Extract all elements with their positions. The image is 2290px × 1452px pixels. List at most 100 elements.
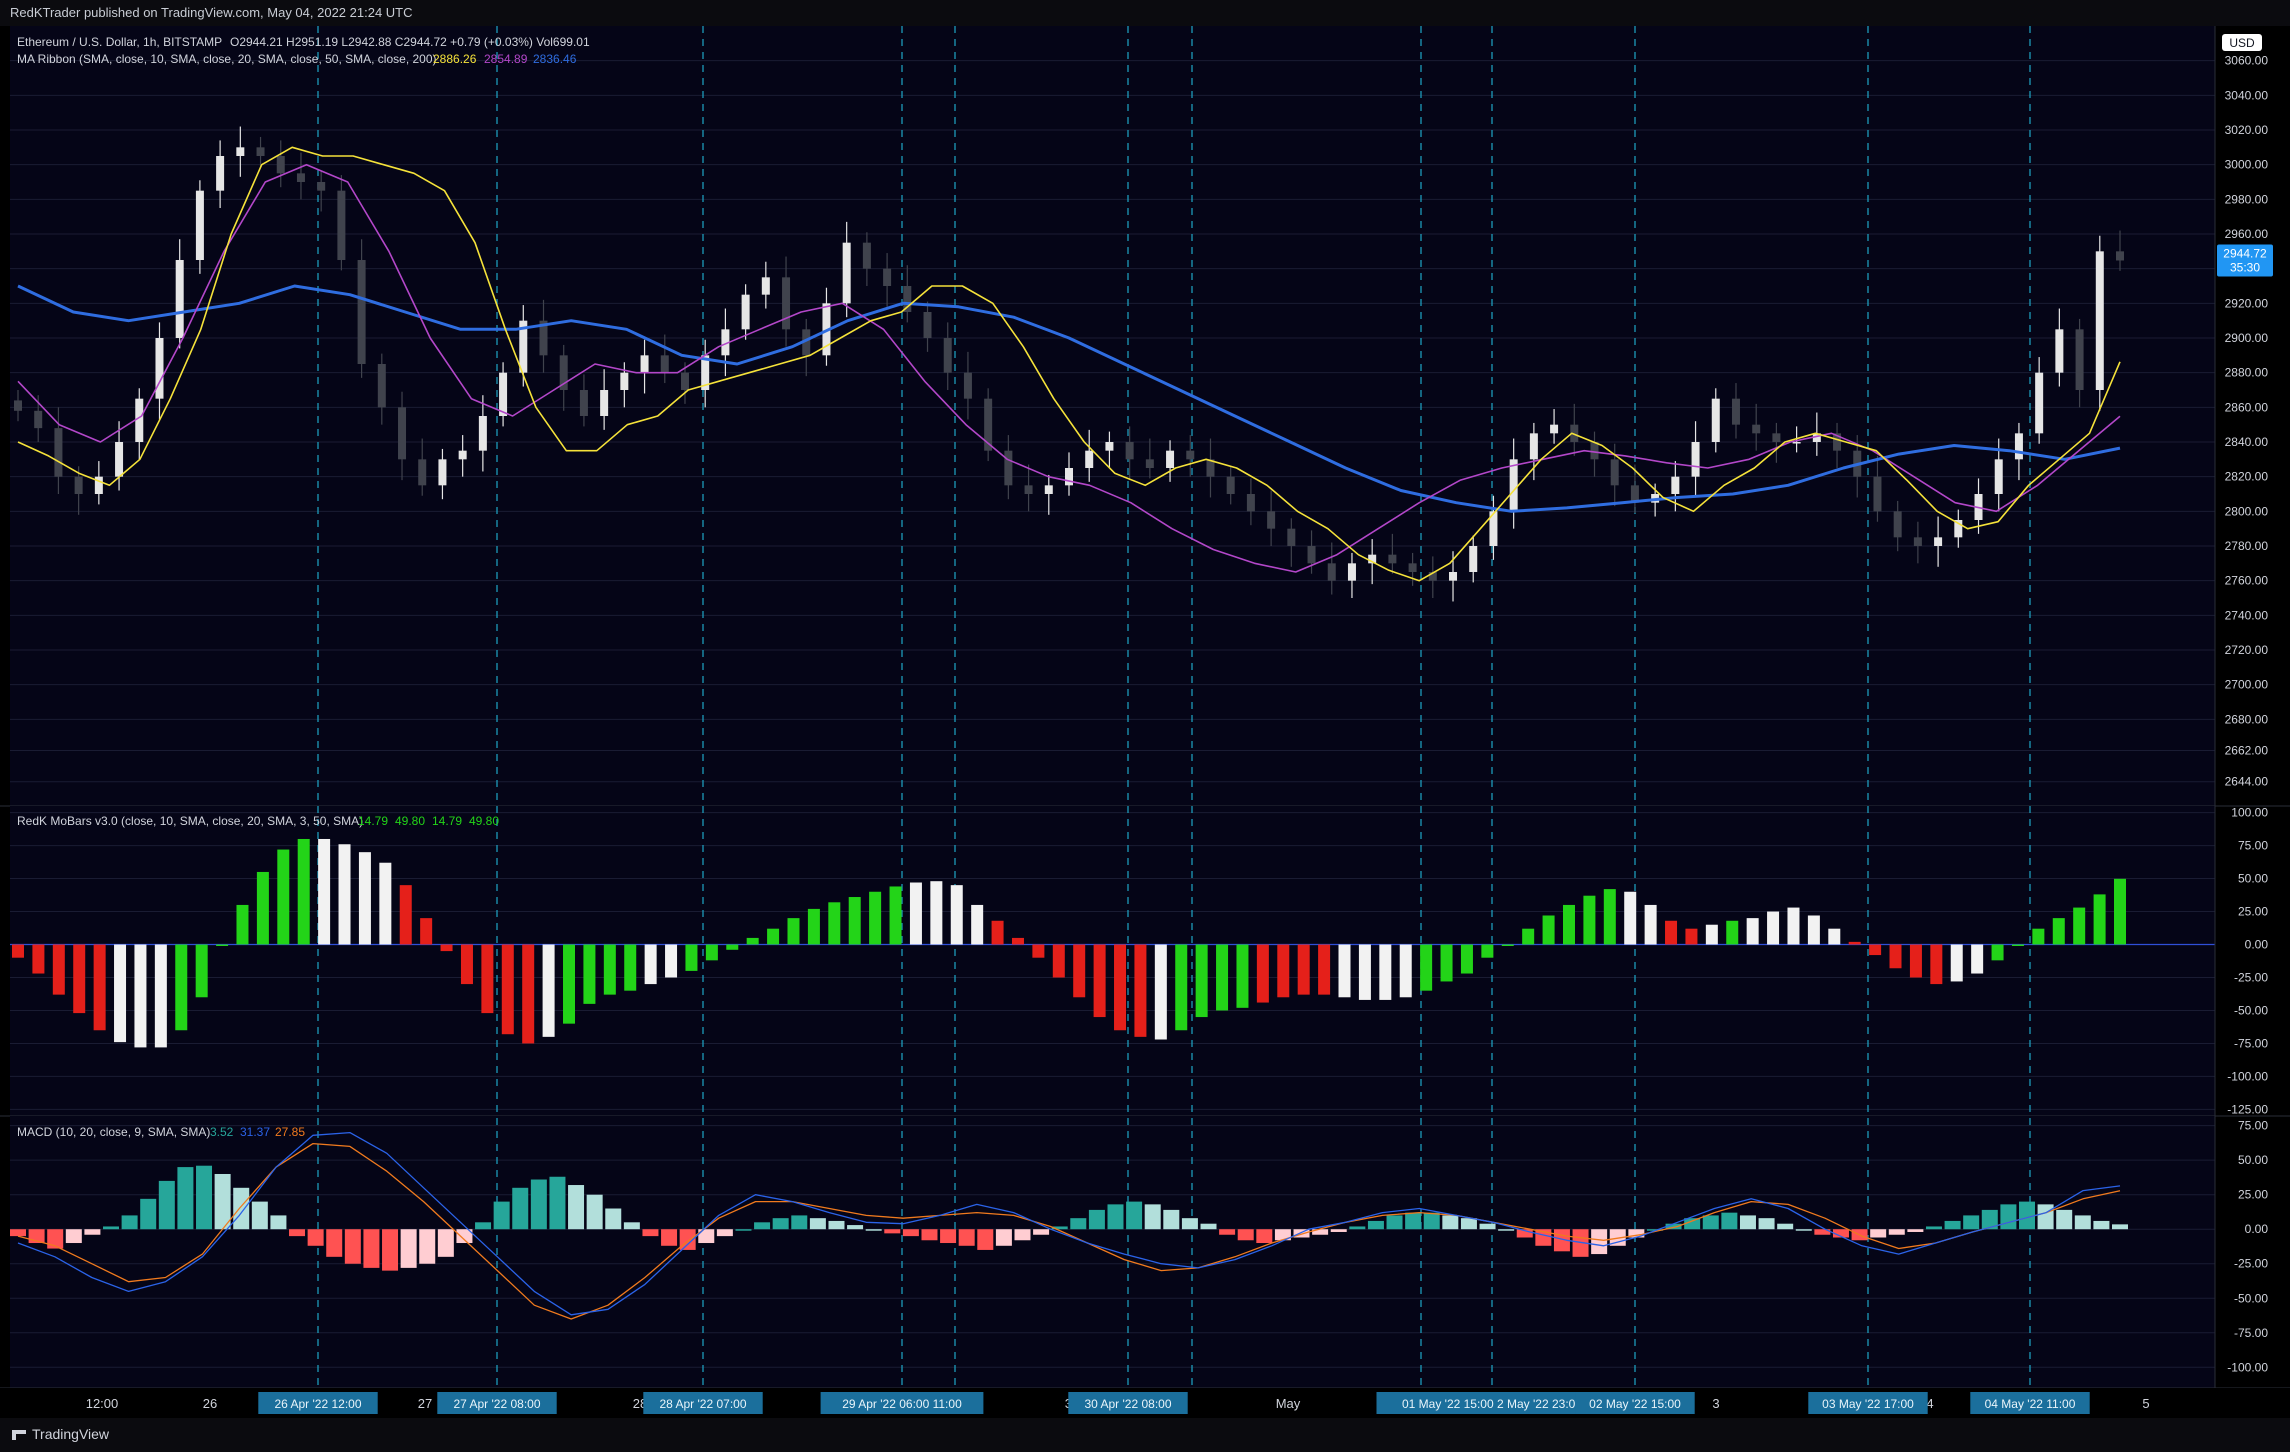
macd-histogram-bar: [1405, 1212, 1422, 1230]
ribbon-value-sma200: 2836.46: [533, 52, 577, 66]
y-tick-label: 2662.00: [2225, 744, 2269, 758]
candle-body: [1994, 459, 2003, 494]
mobars-bar: [603, 944, 616, 995]
candle-body: [115, 442, 124, 477]
tradingview-logo[interactable]: TradingView: [12, 1426, 109, 1442]
y-tick-label: 75.00: [2238, 839, 2268, 853]
symbol-title: Ethereum / U.S. Dollar, 1h, BITSTAMP: [17, 35, 222, 49]
macd-histogram-bar: [921, 1229, 938, 1241]
macd-histogram-bar: [568, 1185, 585, 1230]
candle-body: [640, 355, 649, 373]
macd-histogram-bar: [1107, 1204, 1124, 1230]
mobars-bar: [154, 944, 167, 1048]
macd-histogram-bar: [2112, 1224, 2128, 1230]
y-tick-label: 2820.00: [2225, 470, 2269, 484]
candle-body: [1024, 485, 1033, 494]
currency-label: USD: [2229, 36, 2255, 50]
mobars-bar: [338, 844, 351, 945]
candle-body: [1327, 563, 1336, 581]
mobars-bar: [1807, 915, 1820, 945]
mobars-bar: [726, 944, 739, 950]
candle-body: [1226, 476, 1235, 494]
mobars-bar: [1256, 944, 1269, 1003]
y-tick-label: 2680.00: [2225, 712, 2269, 726]
x-tick-label: 5: [2142, 1396, 2149, 1411]
macd-histogram-bar: [605, 1208, 622, 1230]
candle-body: [943, 338, 952, 373]
mobars-bar: [1522, 928, 1535, 945]
macd-histogram-bar: [270, 1215, 287, 1230]
mobars-bar: [767, 928, 780, 945]
macd-legend: MACD (10, 20, close, 9, SMA, SMA) 3.52 3…: [17, 1125, 305, 1139]
macd-histogram-bar: [1925, 1226, 1942, 1230]
macd-histogram-bar: [2074, 1215, 2091, 1230]
macd-histogram-bar: [754, 1222, 771, 1230]
mobars-bar: [1481, 944, 1494, 958]
candle-body: [357, 260, 366, 364]
macd-histogram-bar: [977, 1229, 994, 1250]
mobars-bar: [1297, 944, 1310, 995]
mobars-bar: [1154, 944, 1167, 1040]
y-tick-label: 50.00: [2238, 872, 2268, 886]
macd-histogram-bar: [1423, 1212, 1440, 1230]
y-tick-label: 2700.00: [2225, 678, 2269, 692]
footer-bar: TradingView: [0, 1418, 2290, 1452]
candle-body: [883, 268, 892, 286]
y-tick-label: -50.00: [2234, 1003, 2268, 1017]
y-tick-label: 50.00: [2238, 1153, 2268, 1167]
y-tick-label: -100.00: [2227, 1069, 2268, 1083]
y-tick-label: -125.00: [2227, 1102, 2268, 1116]
time-axis[interactable]: 12:0026272830May34526 Apr '22 12:0027 Ap…: [0, 1388, 2290, 1418]
mobars-bar: [624, 944, 637, 991]
chart-area[interactable]: 3060.00 3040.00 3020.00 3000.00 2980.00 2960.…: [0, 26, 2290, 1418]
mobars-bar: [399, 885, 412, 945]
mobars-bar: [1175, 944, 1188, 1031]
currency-badge[interactable]: USD: [2222, 34, 2262, 51]
macd-histogram-bar: [716, 1229, 733, 1237]
candle-body: [761, 277, 770, 295]
mobars-bar: [1685, 928, 1698, 945]
y-tick-label: 2780.00: [2225, 539, 2269, 553]
mobars-bar: [1869, 944, 1882, 956]
mobars-bar: [1644, 904, 1657, 945]
mobars-bar: [175, 944, 188, 1031]
macd-histogram-bar: [400, 1229, 417, 1268]
y-tick-label: 3020.00: [2225, 123, 2269, 137]
mobars-bar: [1093, 944, 1106, 1018]
candle-body: [2035, 372, 2044, 434]
mobars-bar: [1909, 944, 1922, 978]
macd-histogram-bar: [995, 1229, 1012, 1246]
x-marker-label: 29 Apr '22 06:00 11:00: [842, 1397, 962, 1411]
macd-histogram-bar: [1349, 1226, 1366, 1230]
macd-histogram-bar: [623, 1222, 640, 1230]
mobars-bar: [216, 944, 229, 947]
candle-body: [741, 294, 750, 330]
x-marker-label: 03 May '22 17:00: [1822, 1397, 1914, 1411]
macd-histogram-bar: [1070, 1218, 1087, 1230]
mobars-bar: [1787, 907, 1800, 945]
y-tick-label: 2920.00: [2225, 296, 2269, 310]
candle-body: [862, 242, 871, 269]
y-tick-label: 2960.00: [2225, 227, 2269, 241]
mobars-bar: [358, 852, 371, 945]
y-tick-label: 2880.00: [2225, 366, 2269, 380]
y-tick-label: 3060.00: [2225, 54, 2269, 68]
candle-body: [782, 277, 791, 330]
macd-histogram-bar: [382, 1229, 399, 1271]
mobars-bar: [2114, 878, 2126, 945]
macd-histogram-bar: [2018, 1201, 2035, 1230]
mobars-value-3: 14.79: [432, 814, 462, 828]
candle-body: [1044, 485, 1053, 494]
macd-histogram-bar: [140, 1198, 157, 1230]
macd-histogram-bar: [1963, 1215, 1980, 1230]
candle-body: [438, 459, 447, 486]
candle-body: [1307, 546, 1316, 564]
mobars-bar: [1420, 944, 1433, 991]
mobars-bar: [32, 944, 45, 974]
mobars-title: RedK MoBars v3.0 (close, 10, SMA, close,…: [17, 814, 363, 828]
macd-histogram-bar: [1219, 1229, 1236, 1235]
candle-body: [256, 147, 265, 156]
candle-body: [1166, 450, 1175, 468]
macd-histogram-bar: [1126, 1201, 1143, 1230]
mobars-bar: [256, 871, 269, 945]
